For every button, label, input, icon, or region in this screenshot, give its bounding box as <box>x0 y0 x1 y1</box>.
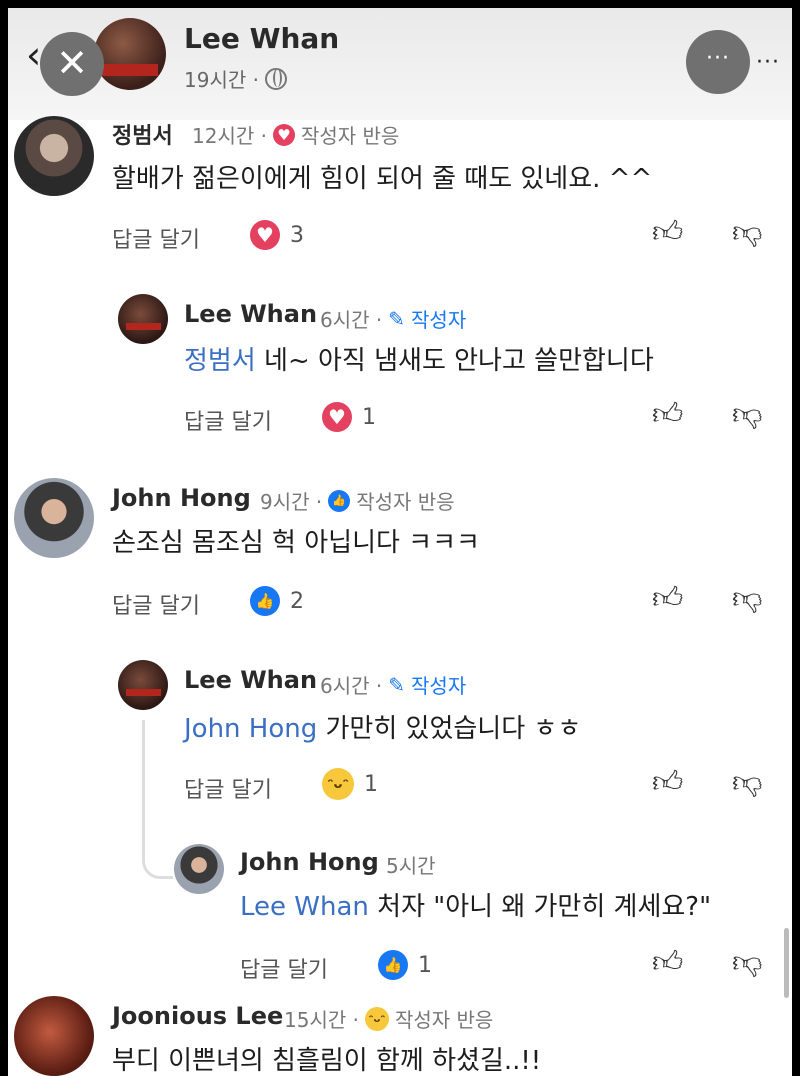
dislike-outline-icon[interactable]: 👎︎ <box>732 768 762 798</box>
comment-time: 6시간 · <box>320 308 383 332</box>
comment-body: 가만히 있었습니다 ㅎㅎ <box>317 714 582 744</box>
post-header: ‹ ✕ Lee Whan 19시간 · ··· ··· <box>8 8 792 120</box>
dislike-outline-icon[interactable]: 👎︎ <box>732 400 762 430</box>
comment-author[interactable]: John Hong <box>112 484 251 512</box>
reaction-summary[interactable]: 1 <box>378 950 432 980</box>
comment-time: 15시간 · <box>284 1008 359 1032</box>
reaction-summary[interactable]: 1 <box>322 768 378 800</box>
pencil-icon: ✎ <box>388 306 406 331</box>
author-reaction-label: 작성자 반응 <box>300 124 400 148</box>
screen: ‹ ✕ Lee Whan 19시간 · ··· ··· 정범서 12시간 · 작… <box>8 8 792 1076</box>
globe-icon <box>264 67 287 90</box>
reply-button[interactable]: 답글 달기 <box>184 404 272 436</box>
post-author-avatar[interactable] <box>94 18 166 90</box>
thread-connector <box>142 720 173 879</box>
reaction-count: 2 <box>290 588 304 614</box>
like-outline-icon[interactable]: 👍︎ <box>652 218 683 248</box>
comment-meta: 6시간 · ✎ 작성자 <box>320 304 466 333</box>
avatar[interactable] <box>174 844 224 894</box>
avatar[interactable] <box>14 996 94 1076</box>
like-icon <box>250 586 280 616</box>
scrollbar[interactable] <box>784 928 789 998</box>
author-label: 작성자 <box>411 308 467 332</box>
comment-text: 할배가 젊은이에게 힘이 되어 줄 때도 있네요. ^^ <box>112 164 653 194</box>
comment-author[interactable]: Joonious Lee <box>112 1002 283 1030</box>
mention-link[interactable]: Lee Whan <box>240 892 369 922</box>
heart-icon <box>250 220 280 250</box>
reaction-summary[interactable]: 2 <box>250 586 304 616</box>
haha-icon <box>322 768 354 800</box>
like-icon <box>378 950 408 980</box>
reply-button[interactable]: 답글 달기 <box>112 222 200 254</box>
like-outline-icon[interactable]: 👍︎ <box>652 768 683 798</box>
more-icon[interactable]: ··· <box>756 50 780 75</box>
comment-meta: 9시간 · 작성자 반응 <box>260 486 455 515</box>
author-label: 작성자 <box>411 674 467 698</box>
pencil-icon: ✎ <box>388 672 406 697</box>
reaction-summary[interactable]: 1 <box>322 402 376 432</box>
like-outline-icon[interactable]: 👍︎ <box>652 400 683 430</box>
author-reaction-label: 작성자 반응 <box>356 490 455 514</box>
avatar[interactable] <box>118 660 168 710</box>
mention-link[interactable]: John Hong <box>184 714 317 744</box>
comment-text: 정범서 네~ 아직 냄새도 안나고 쓸만합니다 <box>184 340 654 377</box>
comment-meta: 12시간 · 작성자 반응 <box>192 120 399 149</box>
reaction-count: 1 <box>364 771 378 797</box>
comment-meta: 6시간 · ✎ 작성자 <box>320 670 466 699</box>
close-icon: ✕ <box>56 41 88 85</box>
like-icon <box>328 489 351 512</box>
post-time: 19시간 · <box>184 68 259 92</box>
mention-link[interactable]: 정범서 <box>184 346 256 376</box>
comment-text: 손조심 몸조심 헉 아닙니다 ㅋㅋㅋ <box>112 528 480 558</box>
comment-author[interactable]: Lee Whan <box>184 666 317 694</box>
comment-body: 네~ 아직 냄새도 안나고 쓸만합니다 <box>255 346 654 376</box>
heart-icon <box>322 402 352 432</box>
more-icon: ··· <box>706 46 730 71</box>
heart-icon <box>272 123 295 146</box>
haha-icon <box>364 1006 389 1033</box>
dislike-outline-icon[interactable]: 👎︎ <box>732 584 762 614</box>
back-arrow-icon[interactable]: ‹ <box>26 36 41 74</box>
comment-author[interactable]: 정범서 <box>112 118 173 150</box>
reply-button[interactable]: 답글 달기 <box>112 588 200 620</box>
close-button[interactable]: ✕ <box>40 32 104 96</box>
avatar[interactable] <box>14 116 94 196</box>
avatar[interactable] <box>118 294 168 344</box>
comment-body: 처자 "아니 왜 가만히 계세요?" <box>368 892 712 922</box>
comment-text: Lee Whan 처자 "아니 왜 가만히 계세요?" <box>240 886 711 923</box>
post-author-name[interactable]: Lee Whan <box>184 22 339 55</box>
more-options-button[interactable]: ··· <box>686 30 750 94</box>
comment-author[interactable]: Lee Whan <box>184 300 317 328</box>
like-outline-icon[interactable]: 👍︎ <box>652 584 683 614</box>
reaction-summary[interactable]: 3 <box>250 220 304 250</box>
author-reaction-label: 작성자 반응 <box>394 1008 494 1032</box>
reaction-count: 3 <box>290 222 304 248</box>
reply-button[interactable]: 답글 달기 <box>184 772 272 804</box>
reaction-count: 1 <box>418 952 432 978</box>
comment-text: 부디 이쁜녀의 침흘림이 함께 하셨길..!! <box>112 1046 542 1076</box>
comment-meta: 5시간 <box>386 850 436 879</box>
reaction-count: 1 <box>362 404 376 430</box>
comment-time: 5시간 <box>386 854 436 878</box>
comment-time: 12시간 · <box>192 124 267 148</box>
comment-meta: 15시간 · 작성자 반응 <box>284 1004 493 1033</box>
like-outline-icon[interactable]: 👍︎ <box>652 948 683 978</box>
comment-text: John Hong 가만히 있었습니다 ㅎㅎ <box>184 708 581 745</box>
dislike-outline-icon[interactable]: 👎︎ <box>732 218 762 248</box>
post-meta: 19시간 · <box>184 64 287 93</box>
comment-time: 6시간 · <box>320 674 383 698</box>
comment-author[interactable]: John Hong <box>240 848 379 876</box>
avatar[interactable] <box>14 478 94 558</box>
comment-time: 9시간 · <box>260 490 323 514</box>
dislike-outline-icon[interactable]: 👎︎ <box>732 948 762 978</box>
reply-button[interactable]: 답글 달기 <box>240 952 328 984</box>
